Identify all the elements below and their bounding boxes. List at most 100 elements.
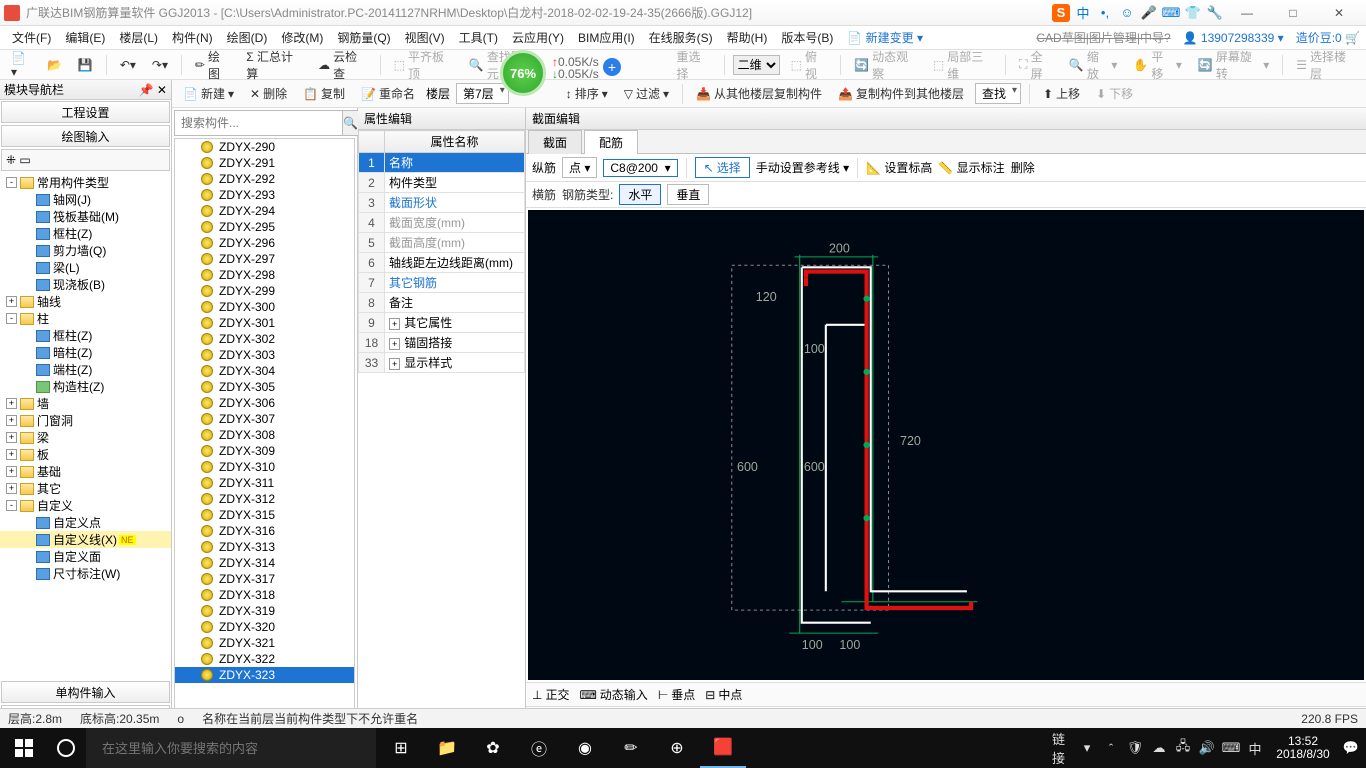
btn-copyto[interactable]: 📤 复制构件到其他楼层 (833, 83, 969, 104)
point-mode[interactable]: 点 ▾ (562, 157, 597, 178)
list-item[interactable]: ZDYX-311 (175, 475, 354, 491)
start-button[interactable] (0, 728, 48, 768)
tree-node[interactable]: 暗柱(Z) (0, 344, 171, 361)
tree-node[interactable]: 轴网(J) (0, 191, 171, 208)
task-app-3[interactable]: ◉ (562, 728, 608, 768)
prop-row[interactable]: 18+锚固搭接 (359, 333, 525, 353)
tb-local3d[interactable]: ⬚ 局部三维 (928, 46, 997, 84)
task-app-2[interactable]: ✿ (470, 728, 516, 768)
list-item[interactable]: ZDYX-309 (175, 443, 354, 459)
tb-sum[interactable]: Σ 汇总计算 (241, 46, 307, 84)
component-list[interactable]: ZDYX-290ZDYX-291ZDYX-292ZDYX-293ZDYX-294… (174, 138, 355, 726)
prop-row[interactable]: 1名称 (359, 153, 525, 173)
minimize-button[interactable]: — (1224, 0, 1270, 26)
btn-copy[interactable]: 📋 复制 (298, 83, 350, 104)
search-button[interactable]: 🔍 (343, 110, 359, 136)
btn-delete[interactable]: ✕ 删除 (245, 83, 292, 104)
btn-new[interactable]: 📄 新建 ▾ (178, 83, 239, 104)
nav-tool2[interactable]: ▭ (19, 153, 30, 167)
btn-rename[interactable]: 📝 重命名 (356, 83, 420, 104)
prop-row[interactable]: 33+显示样式 (359, 353, 525, 373)
tree-node[interactable]: +梁 (0, 429, 171, 446)
nav-single-input[interactable]: 单构件输入 (1, 681, 170, 703)
list-item[interactable]: ZDYX-299 (175, 283, 354, 299)
tb-dynview[interactable]: 🔄 动态观察 (849, 46, 922, 84)
menu-bim[interactable]: BIM应用(I) (572, 27, 641, 48)
menu-help[interactable]: 帮助(H) (721, 27, 774, 48)
ime-keyboard[interactable]: ⌨ (1162, 4, 1180, 22)
taskbar-search-input[interactable] (96, 741, 366, 756)
tb-save[interactable]: 💾 (73, 56, 98, 74)
tree-node[interactable]: +其它 (0, 480, 171, 497)
tray-up-icon[interactable]: ˆ (1100, 728, 1122, 768)
show-label[interactable]: 📏 显示标注 (938, 159, 1004, 176)
cortana-button[interactable] (48, 739, 84, 757)
view-mode-select[interactable]: 二维 (733, 55, 780, 75)
opt-horizontal[interactable]: 水平 (619, 184, 661, 205)
list-item[interactable]: ZDYX-322 (175, 651, 354, 667)
prop-row[interactable]: 5截面高度(mm) (359, 233, 525, 253)
tree-node[interactable]: -自定义 (0, 497, 171, 514)
btn-copyfrom[interactable]: 📥 从其他楼层复制构件 (691, 83, 827, 104)
snap-ortho[interactable]: ⊥ 正交 (532, 686, 569, 703)
tree-node[interactable]: -常用构件类型 (0, 174, 171, 191)
menu-floor[interactable]: 楼层(L) (113, 27, 164, 48)
snap-mid[interactable]: ⊟ 中点 (705, 686, 742, 703)
list-item[interactable]: ZDYX-317 (175, 571, 354, 587)
tb-selectfloor[interactable]: ☰ 选择楼层 (1291, 46, 1360, 84)
list-item[interactable]: ZDYX-304 (175, 363, 354, 379)
tree-node[interactable]: +轴线 (0, 293, 171, 310)
prop-row[interactable]: 6轴线距左边线距离(mm) (359, 253, 525, 273)
btn-down[interactable]: ⬇ 下移 (1091, 83, 1138, 104)
tree-node[interactable]: 梁(L) (0, 259, 171, 276)
list-item[interactable]: ZDYX-318 (175, 587, 354, 603)
list-item[interactable]: ZDYX-301 (175, 315, 354, 331)
tb-reselect[interactable]: 重选择 (671, 46, 715, 84)
ime-tool[interactable]: 🔧 (1206, 4, 1224, 22)
section-canvas[interactable]: 200 120 100 600 600 720 100 100 (528, 210, 1364, 680)
nav-draw-input[interactable]: 绘图输入 (1, 125, 170, 147)
tb-rotate[interactable]: 🔄 屏幕旋转 ▾ (1193, 46, 1274, 84)
component-tree[interactable]: -常用构件类型轴网(J)筏板基础(M)框柱(Z)剪力墙(Q)梁(L)现浇板(B)… (0, 172, 171, 680)
tb-redo[interactable]: ↷▾ (147, 56, 173, 74)
coin-balance[interactable]: 造价豆:0 🛒 (1296, 29, 1360, 46)
tree-node[interactable]: 端柱(Z) (0, 361, 171, 378)
list-item[interactable]: ZDYX-298 (175, 267, 354, 283)
tb-fullscreen[interactable]: ⛶ 全屏 (1014, 46, 1058, 84)
tree-node[interactable]: +基础 (0, 463, 171, 480)
property-table[interactable]: 属性名称 1名称2构件类型3截面形状4截面宽度(mm)5截面高度(mm)6轴线距… (358, 130, 525, 373)
tb-draw[interactable]: ✏ 绘图 (190, 46, 235, 84)
prop-row[interactable]: 7其它钢筋 (359, 273, 525, 293)
ime-voice[interactable]: 🎤 (1140, 4, 1158, 22)
opt-vertical[interactable]: 垂直 (667, 184, 709, 205)
list-item[interactable]: ZDYX-315 (175, 507, 354, 523)
list-item[interactable]: ZDYX-320 (175, 619, 354, 635)
tree-node[interactable]: +墙 (0, 395, 171, 412)
nav-project-settings[interactable]: 工程设置 (1, 101, 170, 123)
tb-new[interactable]: 📄▾ (6, 49, 36, 81)
add-badge[interactable]: + (603, 58, 621, 76)
btn-up[interactable]: ⬆ 上移 (1038, 83, 1085, 104)
maximize-button[interactable]: □ (1270, 0, 1316, 26)
tray-shield-icon[interactable]: 🛡 (1124, 728, 1146, 768)
tb-open[interactable]: 📂 (42, 56, 67, 74)
tb-cloud[interactable]: ☁ 云检查 (313, 46, 372, 84)
tray-ime[interactable]: 中 (1244, 728, 1266, 768)
menu-file[interactable]: 文件(F) (6, 27, 57, 48)
list-item[interactable]: ZDYX-295 (175, 219, 354, 235)
ime-skin[interactable]: 👕 (1184, 4, 1202, 22)
tree-node[interactable]: -柱 (0, 310, 171, 327)
select-button[interactable]: ↖ 选择 (695, 157, 750, 178)
snap-dyn[interactable]: ⌨ 动态输入 (579, 686, 647, 703)
list-item[interactable]: ZDYX-294 (175, 203, 354, 219)
ime-punct[interactable]: •, (1096, 4, 1114, 22)
list-item[interactable]: ZDYX-300 (175, 299, 354, 315)
tray-link[interactable]: 链接 (1052, 728, 1074, 768)
task-app-edge[interactable]: ⓔ (516, 728, 562, 768)
tree-node[interactable]: 框柱(Z) (0, 225, 171, 242)
list-item[interactable]: ZDYX-306 (175, 395, 354, 411)
delete-rebar[interactable]: 删除 (1011, 159, 1035, 176)
task-view-button[interactable]: ⊞ (378, 728, 424, 768)
tb-zoom[interactable]: 🔍 缩放 ▾ (1064, 46, 1123, 84)
list-item[interactable]: ZDYX-323 (175, 667, 354, 683)
